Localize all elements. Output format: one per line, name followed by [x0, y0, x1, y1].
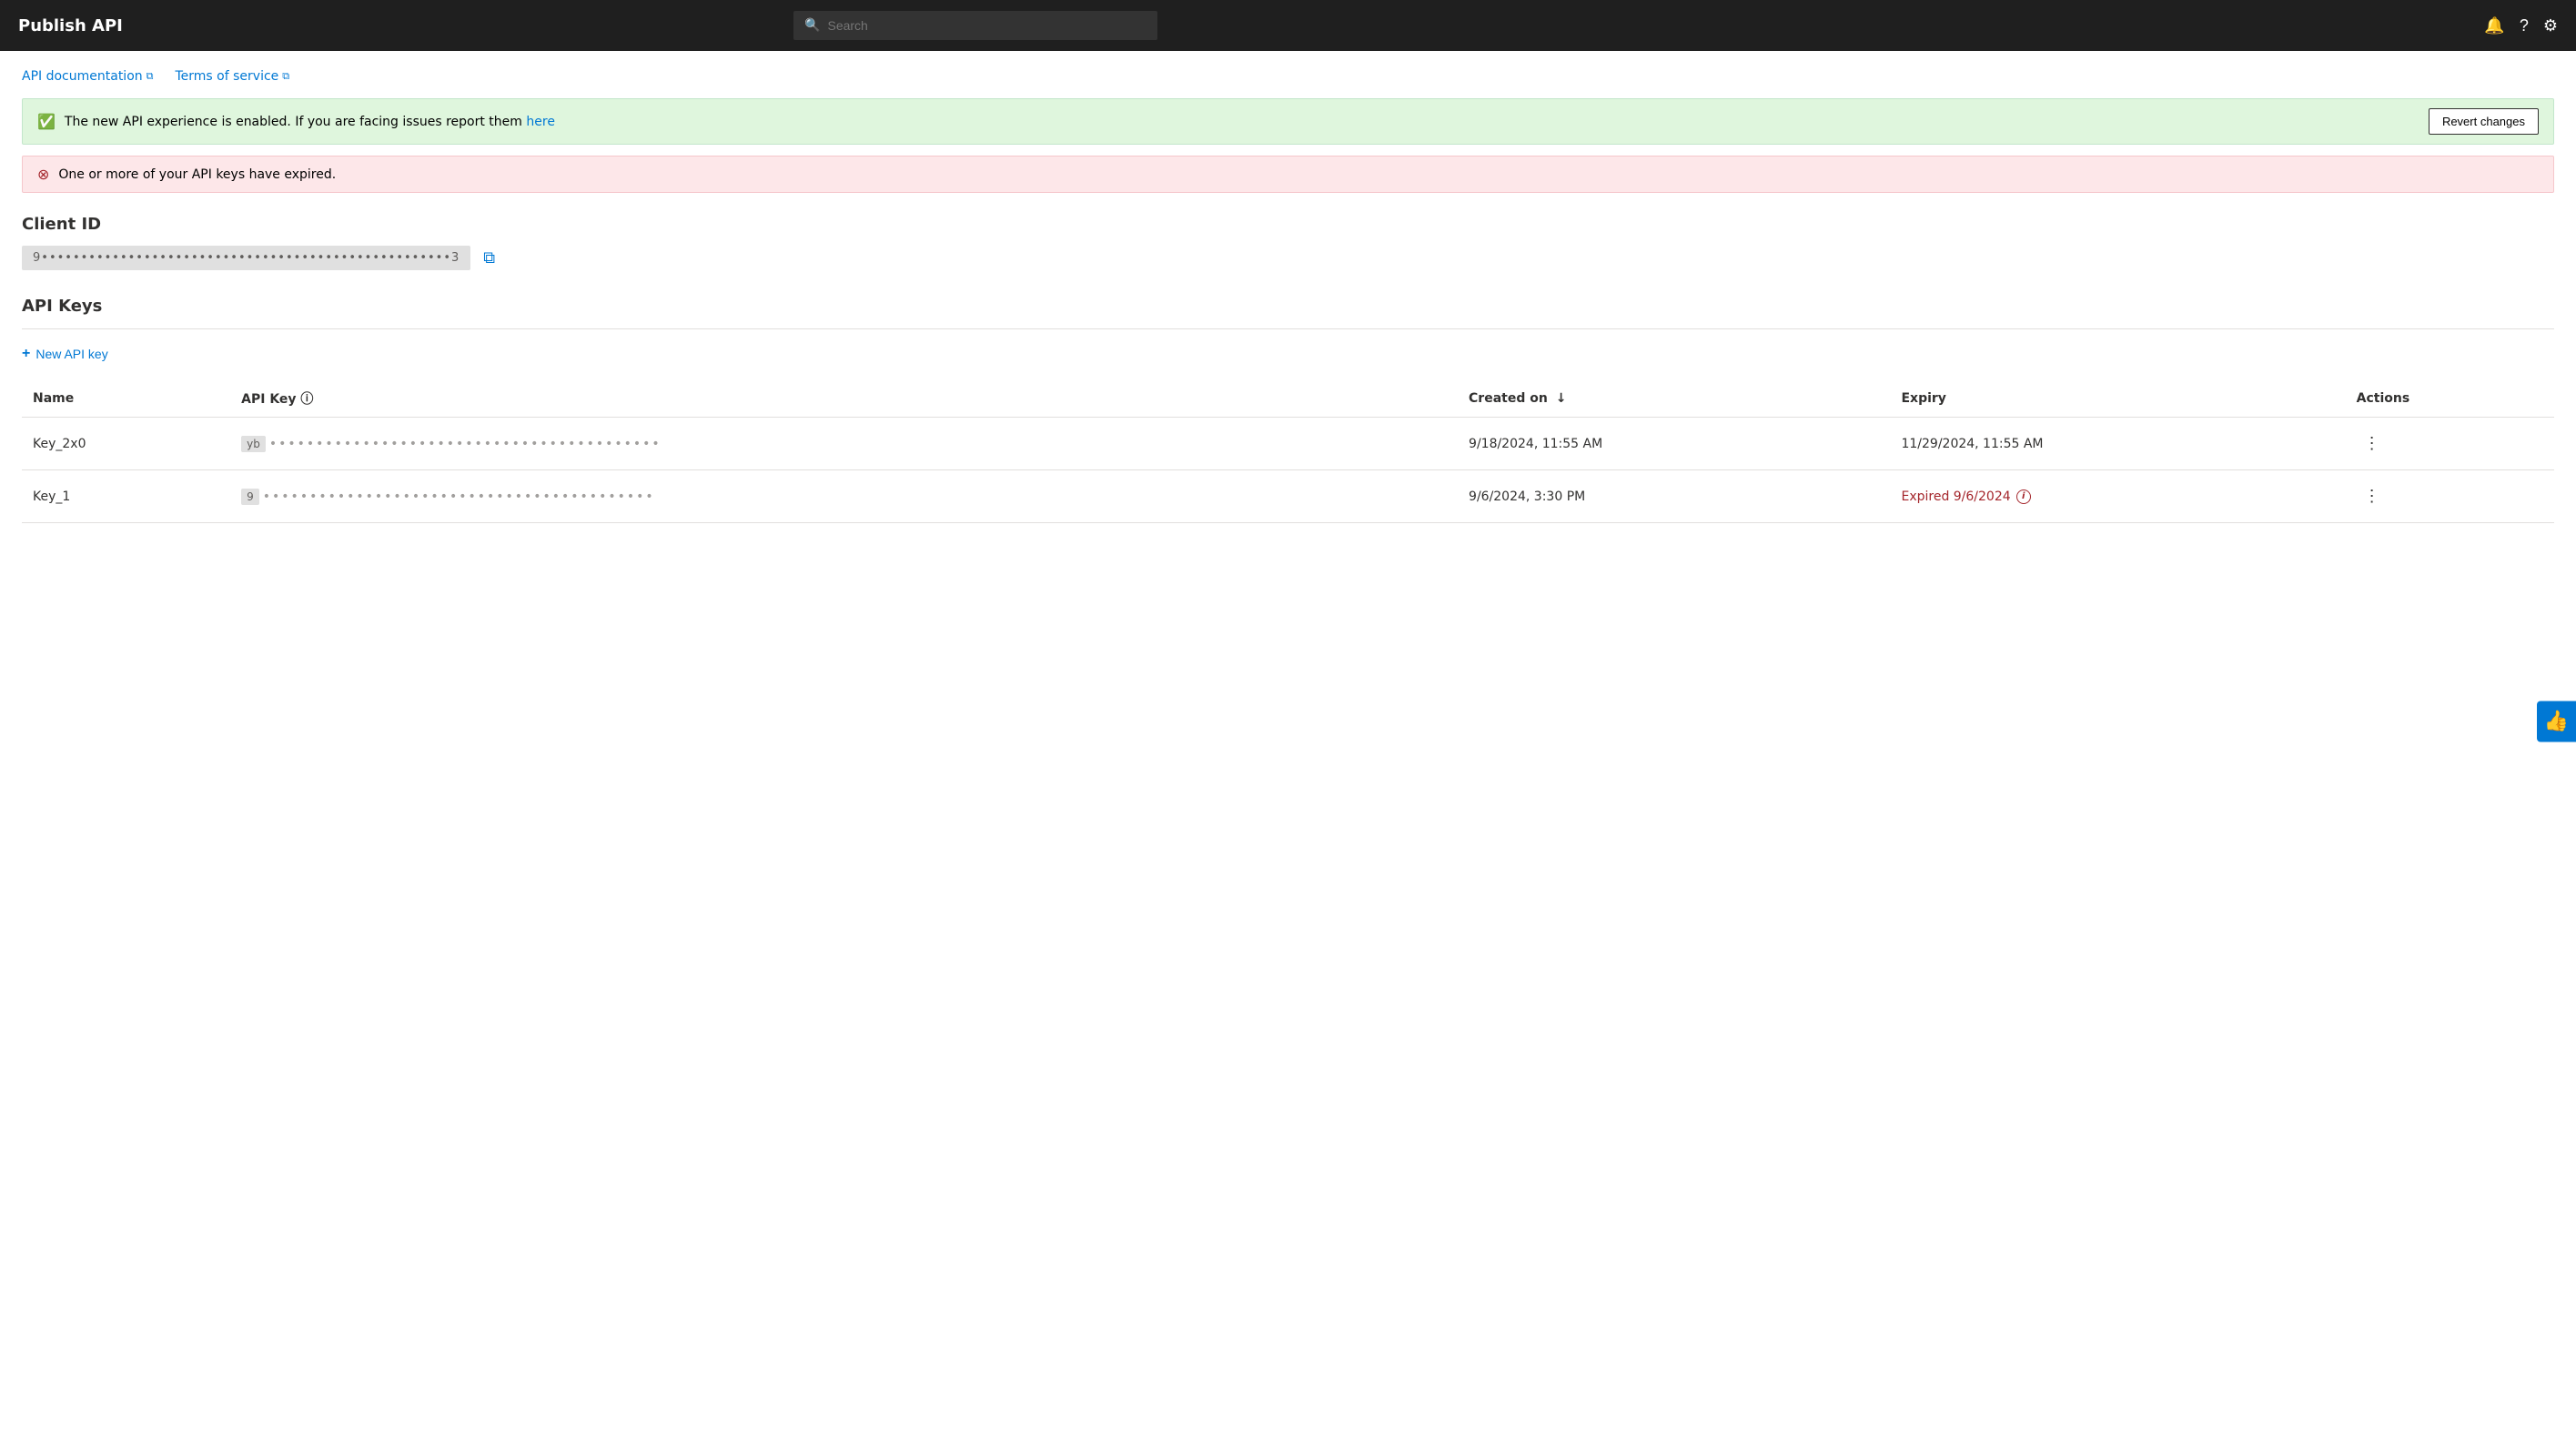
col-header-actions: Actions [2346, 380, 2554, 418]
col-header-expiry: Expiry [1890, 380, 2345, 418]
success-alert-text: The new API experience is enabled. If yo… [65, 115, 2419, 129]
table-row: Key_2x0 yb •••••••••••••••••••••••••••••… [22, 418, 2554, 470]
row-0-actions: ⋮ [2346, 418, 2554, 470]
error-alert: ⊗ One or more of your API keys have expi… [22, 156, 2554, 193]
nav-icons-group: 🔔 ? ⚙ [2484, 16, 2558, 35]
plus-icon: + [22, 346, 30, 362]
client-id-section-title: Client ID [22, 215, 2554, 234]
search-input[interactable] [827, 18, 1147, 33]
table-row: Key_1 9 ••••••••••••••••••••••••••••••••… [22, 470, 2554, 523]
api-key-info-icon[interactable]: ⓘ [300, 392, 313, 407]
col-header-name: Name [22, 380, 230, 418]
expired-info-icon-1[interactable]: i [2016, 489, 2031, 504]
new-api-key-label: New API key [35, 347, 107, 361]
row-1-expiry: Expired 9/6/2024 i [1890, 470, 2345, 523]
col-header-created-on[interactable]: Created on ↓ [1458, 380, 1890, 418]
client-id-row: 9•••••••••••••••••••••••••••••••••••••••… [22, 245, 2554, 271]
help-button[interactable]: ? [2520, 16, 2529, 35]
row-0-name: Key_2x0 [22, 418, 230, 470]
row-1-name: Key_1 [22, 470, 230, 523]
section-divider [22, 328, 2554, 329]
row-0-actions-menu-button[interactable]: ⋮ [2357, 430, 2388, 457]
feedback-thumb-icon[interactable]: 👍 [2537, 701, 2576, 742]
row-0-api-key: yb •••••••••••••••••••••••••••••••••••••… [230, 418, 1458, 470]
sort-arrow-icon: ↓ [1556, 391, 1567, 406]
page-title: Publish API [18, 16, 123, 35]
error-icon: ⊗ [37, 166, 49, 183]
api-keys-section-title: API Keys [22, 297, 2554, 316]
success-icon: ✅ [37, 113, 56, 130]
api-keys-table: Name API Key ⓘ Created on ↓ Expiry Actio… [22, 380, 2554, 523]
success-alert: ✅ The new API experience is enabled. If … [22, 98, 2554, 145]
row-1-actions-menu-button[interactable]: ⋮ [2357, 483, 2388, 510]
key-dots-1: ••••••••••••••••••••••••••••••••••••••••… [263, 489, 655, 504]
col-header-api-key: API Key ⓘ [230, 380, 1458, 418]
settings-button[interactable]: ⚙ [2543, 16, 2558, 35]
api-documentation-label: API documentation [22, 69, 143, 84]
new-api-key-button[interactable]: + New API key [22, 342, 108, 366]
alert-here-link[interactable]: here [526, 115, 555, 129]
revert-changes-button[interactable]: Revert changes [2429, 108, 2539, 135]
search-bar[interactable]: 🔍 [793, 11, 1157, 40]
api-doc-external-icon: ⧉ [146, 70, 154, 83]
key-prefix-1: 9 [241, 489, 259, 505]
breadcrumb-row: API documentation ⧉ Terms of service ⧉ [22, 69, 2554, 84]
key-prefix-0: yb [241, 436, 266, 452]
row-0-created-on: 9/18/2024, 11:55 AM [1458, 418, 1890, 470]
row-1-api-key: 9 ••••••••••••••••••••••••••••••••••••••… [230, 470, 1458, 523]
client-id-value: 9•••••••••••••••••••••••••••••••••••••••… [22, 246, 470, 270]
expired-label-1: Expired 9/6/2024 i [1901, 489, 2334, 504]
api-documentation-link[interactable]: API documentation ⧉ [22, 69, 154, 84]
copy-client-id-button[interactable]: ⧉ [480, 245, 499, 271]
table-header-row: Name API Key ⓘ Created on ↓ Expiry Actio… [22, 380, 2554, 418]
main-content: 👍 API documentation ⧉ Terms of service ⧉… [0, 51, 2576, 1443]
terms-of-service-link[interactable]: Terms of service ⧉ [176, 69, 290, 84]
top-navigation: Publish API 🔍 🔔 ? ⚙ [0, 0, 2576, 51]
row-1-actions: ⋮ [2346, 470, 2554, 523]
key-dots-0: ••••••••••••••••••••••••••••••••••••••••… [269, 437, 662, 451]
error-alert-text: One or more of your API keys have expire… [58, 167, 2539, 182]
tos-external-icon: ⧉ [282, 70, 289, 83]
terms-of-service-label: Terms of service [176, 69, 279, 84]
search-icon: 🔍 [804, 18, 820, 33]
notifications-button[interactable]: 🔔 [2484, 16, 2504, 35]
row-0-expiry: 11/29/2024, 11:55 AM [1890, 418, 2345, 470]
row-1-created-on: 9/6/2024, 3:30 PM [1458, 470, 1890, 523]
